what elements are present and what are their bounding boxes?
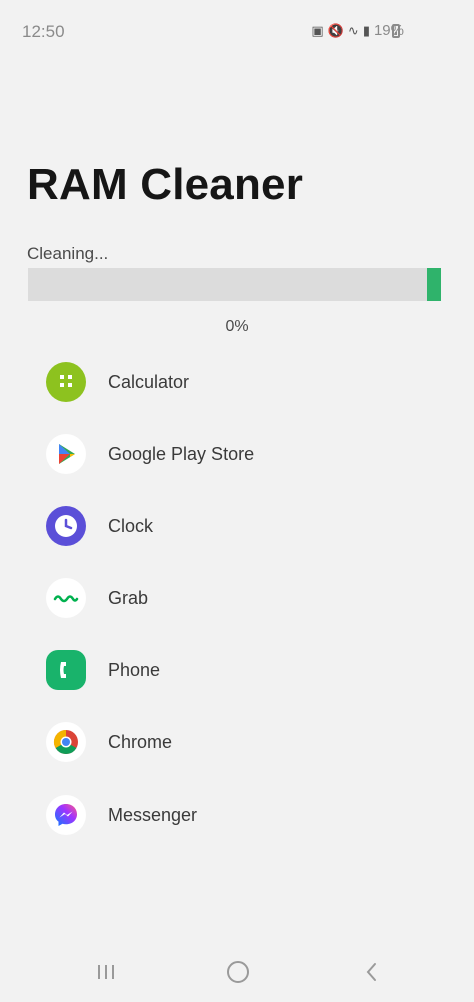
grab-icon [46,578,86,618]
list-item[interactable]: Phone [46,648,160,692]
list-item[interactable]: Google Play Store [46,432,254,476]
messenger-icon [46,795,86,835]
signal-icon: ▮ [362,22,370,38]
back-button[interactable] [352,952,392,992]
recents-icon [98,965,114,979]
status-time: 12:50 [22,22,65,41]
mute-icon: 🔇 [327,22,344,38]
wifi-icon: ∿ [347,22,359,38]
calculator-icon [46,362,86,402]
page-title: RAM Cleaner [27,160,304,209]
progress-percent: 0% [225,318,249,335]
app-name: Clock [108,515,154,536]
list-item[interactable]: Calculator [46,360,189,404]
navigation-bar [0,936,474,1002]
list-item[interactable]: Clock [46,504,153,548]
app-name: Calculator [108,371,190,392]
list-item[interactable]: Chrome [46,720,172,764]
home-icon [227,961,249,983]
progress-bar [28,268,441,301]
app-name: Messenger [108,804,198,825]
play-store-icon [46,434,86,474]
status-bar: 12:50 ▣ 🔇 ∿ ▮ 19% [0,0,474,64]
progress-fill [427,268,441,301]
list-item[interactable]: Grab [46,576,148,620]
notification-icon: ▣ [311,22,324,38]
phone-icon [46,650,86,690]
status-icons: ▣ 🔇 ∿ ▮ 19% [311,22,404,39]
app-name: Grab [108,587,149,608]
clock-icon [46,506,86,546]
chrome-icon [46,722,86,762]
back-icon [366,963,376,981]
recents-button[interactable] [86,952,126,992]
battery-icon [392,24,400,38]
app-name: Google Play Store [108,443,255,464]
app-name: Phone [108,659,161,680]
list-item[interactable]: Messenger [46,793,197,837]
cleaning-status: Cleaning... [27,244,109,263]
home-button[interactable] [218,952,258,992]
app-name: Chrome [108,731,173,752]
